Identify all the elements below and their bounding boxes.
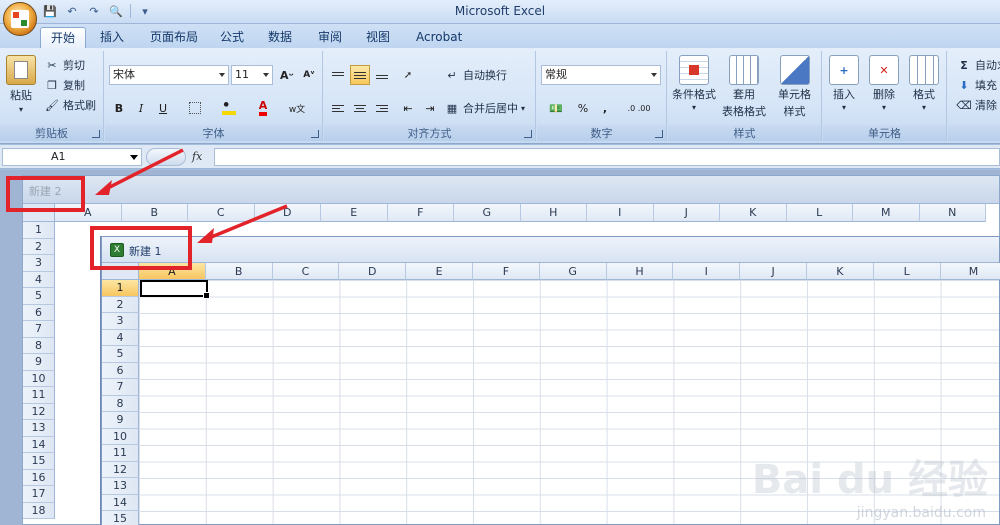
arrowhead-new-2 <box>95 180 112 195</box>
arrow-to-new-2 <box>101 148 184 193</box>
arrowhead-new-1 <box>197 228 214 243</box>
arrow-to-new-1 <box>203 204 288 242</box>
office-button[interactable] <box>3 2 37 36</box>
baidu-watermark: Bai du 经验 <box>751 457 988 503</box>
baidu-watermark-url: jingyan.baidu.com <box>856 505 986 521</box>
office-logo-icon <box>11 10 29 28</box>
